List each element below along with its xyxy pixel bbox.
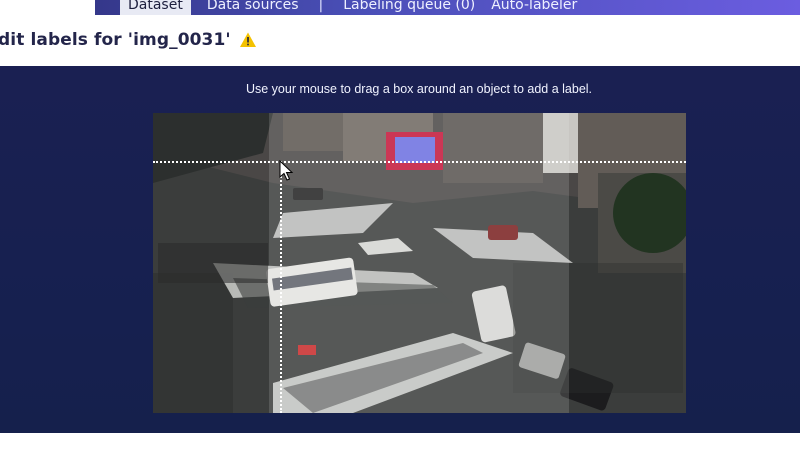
tab-dataset[interactable]: Dataset <box>120 0 191 15</box>
tab-auto-labeler[interactable]: Auto-labeler <box>483 0 585 15</box>
pointer-cursor-icon <box>279 159 297 182</box>
nav-left-strip <box>0 0 95 15</box>
nav-separator: | <box>318 0 324 13</box>
tab-data-sources[interactable]: Data sources <box>199 0 307 15</box>
crosshair-horizontal <box>153 161 686 163</box>
tab-labeling-queue[interactable]: Labeling queue (0) <box>335 0 483 15</box>
selection-shading <box>269 113 569 413</box>
page-header: dit labels for 'img_0031' <box>0 15 800 66</box>
page-title: dit labels for 'img_0031' <box>0 30 231 50</box>
page-title-row: dit labels for 'img_0031' <box>0 30 257 50</box>
crosshair-vertical <box>280 161 282 413</box>
navigation-tabs: Dataset Data sources | Labeling queue (0… <box>120 0 585 15</box>
warning-triangle-icon[interactable] <box>239 31 257 49</box>
label-editor-canvas: Use your mouse to drag a box around an o… <box>0 66 800 433</box>
top-navigation-bar: Dataset Data sources | Labeling queue (0… <box>0 0 800 15</box>
page-footer <box>0 433 800 450</box>
labeling-image[interactable] <box>153 113 686 413</box>
editor-instructions: Use your mouse to drag a box around an o… <box>245 82 593 96</box>
